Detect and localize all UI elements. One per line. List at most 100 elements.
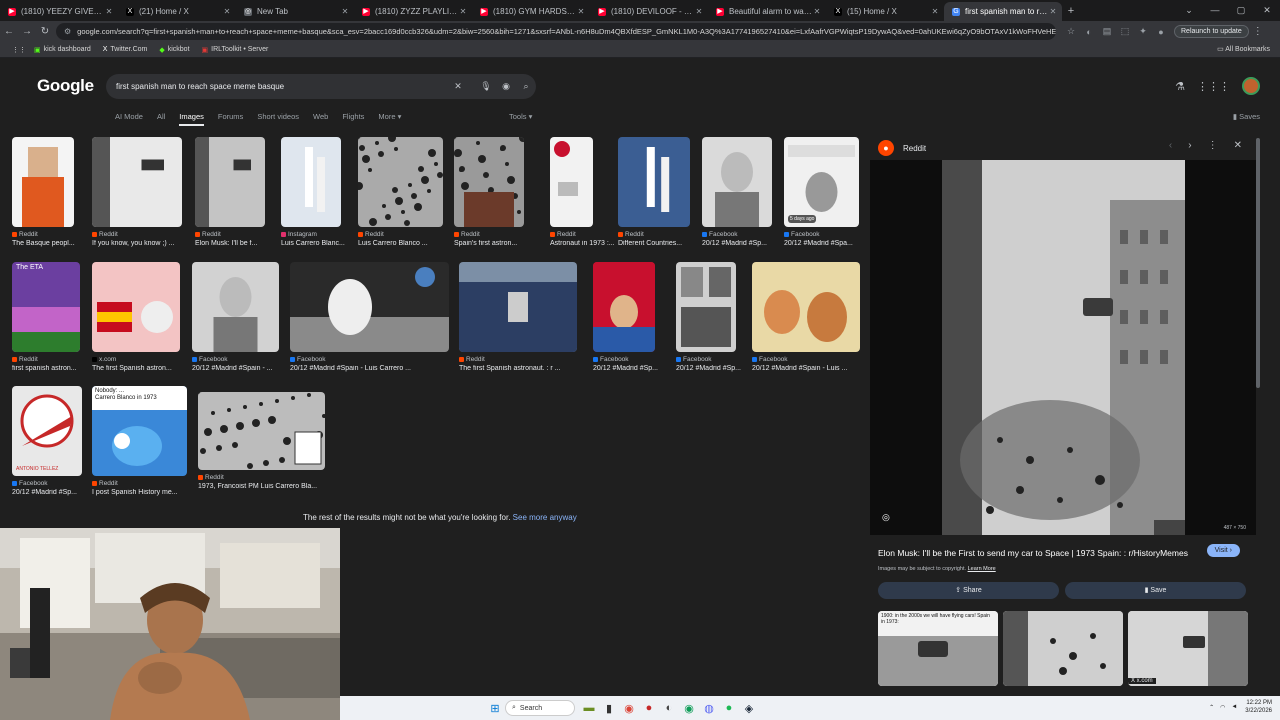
tab-flights[interactable]: Flights (342, 112, 364, 126)
bookmark-item[interactable]: ▣ IRLToolkit • Server (202, 46, 269, 54)
see-more-link[interactable]: See more anyway (513, 513, 577, 522)
image-result[interactable]: Facebook 20/12 #Madrid #Sp... (702, 137, 772, 259)
browser-tab[interactable]: ▶ (1810) DEVILOOF - 揮發物/DE✕ (590, 2, 708, 21)
lens-icon[interactable]: ◉ (496, 81, 516, 92)
close-tab-icon[interactable]: ✕ (1048, 7, 1058, 16)
image-result[interactable]: Facebook 20/12 #Madrid #Sp... (593, 262, 658, 384)
back-icon[interactable]: ← (0, 26, 18, 37)
result-caption[interactable]: Different Countries... (618, 240, 698, 247)
search-box[interactable]: first spanish man to reach space meme ba… (106, 74, 536, 99)
maximize-button[interactable]: ▢ (1228, 0, 1254, 20)
result-caption[interactable]: 20/12 #Madrid #Spa... (784, 240, 864, 247)
image-result[interactable]: Reddit The first Spanish astronaut. : r .… (459, 262, 577, 384)
tab-ai-mode[interactable]: AI Mode (115, 112, 143, 126)
apps-grid-icon[interactable]: ⋮⋮⋮ (1197, 80, 1230, 93)
tab-web[interactable]: Web (313, 112, 328, 126)
image-result[interactable]: Reddit Different Countries... (618, 137, 690, 259)
result-caption[interactable]: 20/12 #Madrid #Sp... (676, 365, 756, 372)
tab-more[interactable]: More ▾ (378, 112, 401, 126)
avatar[interactable] (1242, 77, 1260, 95)
result-thumbnail[interactable] (459, 262, 577, 352)
result-thumbnail[interactable] (12, 137, 74, 227)
image-result[interactable]: Reddit Luis Carrero Blanco ... (358, 137, 443, 259)
taskbar-search[interactable]: ⌕ Search (505, 700, 575, 716)
result-thumbnail[interactable] (752, 262, 860, 352)
tab-search-icon[interactable]: ⌄ (1176, 0, 1202, 20)
microphone-icon[interactable]: 🎙 (476, 81, 496, 92)
image-result[interactable]: ANTONIO TELLEZ Facebook 20/12 #Madrid #Sp.… (12, 386, 82, 508)
result-caption[interactable]: 20/12 #Madrid #Sp... (12, 489, 92, 496)
close-icon[interactable]: ✕ (1234, 140, 1242, 151)
result-thumbnail[interactable] (593, 262, 655, 352)
image-result[interactable]: 5 days ago Facebook 20/12 #Madrid #Spa... (784, 137, 859, 259)
learn-more-link[interactable]: Learn More (968, 566, 996, 572)
tab-images[interactable]: Images (179, 112, 204, 126)
labs-icon[interactable]: ⚗ (1175, 80, 1185, 93)
result-caption[interactable]: 20/12 #Madrid #Spain - ... (192, 365, 279, 372)
related-image[interactable] (1003, 611, 1123, 686)
image-result[interactable]: x.com The first Spanish astron... (92, 262, 180, 384)
widgets-icon[interactable]: ▬ (579, 702, 599, 714)
next-icon[interactable]: › (1188, 140, 1191, 151)
tray-arrow-icon[interactable]: ⌃ (1209, 704, 1214, 711)
minimize-button[interactable]: — (1202, 0, 1228, 20)
share-button[interactable]: ⇪ Share (878, 582, 1059, 599)
browser-tab[interactable]: ▶ (1810) ZYZZ PLAYLIST LEGEND✕ (354, 2, 472, 21)
related-image[interactable]: X x.com (1128, 611, 1248, 686)
saves-button[interactable]: ▮ Saves (1233, 112, 1260, 121)
result-caption[interactable]: 20/12 #Madrid #Sp... (702, 240, 782, 247)
close-tab-icon[interactable]: ✕ (576, 7, 586, 16)
bookmark-item[interactable]: X Twitter.Com (103, 46, 148, 54)
image-result[interactable]: Facebook 20/12 #Madrid #Spain - Luis Carr… (290, 262, 449, 384)
start-icon[interactable]: ⊞ (485, 702, 505, 715)
close-tab-icon[interactable]: ✕ (104, 7, 114, 16)
browser-tab[interactable]: X (15) Home / X ✕ (826, 2, 944, 21)
tools-button[interactable]: Tools ▾ (509, 112, 532, 121)
result-thumbnail[interactable] (192, 262, 279, 352)
result-caption[interactable]: first spanish astron... (12, 365, 92, 372)
tab-forums[interactable]: Forums (218, 112, 243, 126)
clock[interactable]: 12:22 PM 3/22/2026 (1245, 699, 1272, 715)
star-icon[interactable]: ☆ (1062, 26, 1080, 37)
scrollbar[interactable] (1256, 138, 1260, 388)
browser-tab[interactable]: X (21) Home / X ✕ (118, 2, 236, 21)
result-thumbnail[interactable] (550, 137, 593, 227)
file-explorer-icon[interactable]: ▮ (599, 702, 619, 715)
image-result[interactable]: Reddit The Basque peopl... (12, 137, 75, 259)
result-caption[interactable]: The Basque peopl... (12, 240, 92, 247)
result-caption[interactable]: 20/12 #Madrid #Sp... (593, 365, 673, 372)
result-caption[interactable]: The first Spanish astronaut. : r ... (459, 365, 577, 372)
chrome-icon[interactable]: ◉ (619, 702, 639, 715)
result-thumbnail[interactable] (195, 137, 265, 227)
image-result[interactable]: Reddit If you know, you know ;) ... (92, 137, 182, 259)
save-button[interactable]: ▮ Save (1065, 582, 1246, 599)
image-result[interactable]: Reddit 1973, Francoist PM Luis Carrero Bl… (198, 392, 325, 502)
site-info-icon[interactable]: ⚙ (64, 27, 71, 36)
puzzle-icon[interactable]: ✦ (1134, 26, 1152, 37)
extension-icon[interactable]: ▤ (1098, 26, 1116, 37)
close-tab-icon[interactable]: ✕ (222, 7, 232, 16)
spotify-icon[interactable]: ● (719, 702, 739, 714)
close-tab-icon[interactable]: ✕ (458, 7, 468, 16)
image-result[interactable]: Reddit Astronaut in 1973 :... (550, 137, 615, 259)
lens-search-icon[interactable]: ◎ (882, 512, 890, 523)
result-thumbnail[interactable] (92, 137, 182, 227)
image-result[interactable]: Nobody: ... Carrero Blanco in 1973 Reddit… (92, 386, 187, 508)
browser-tab[interactable]: ▶ Beautiful alarm to wake up to✕ (708, 2, 826, 21)
more-icon[interactable]: ⋮ (1208, 140, 1218, 151)
result-thumbnail[interactable] (702, 137, 772, 227)
extension-icon[interactable]: ◐ (1080, 27, 1098, 37)
discord-icon[interactable]: ◍ (699, 702, 719, 715)
apps-icon[interactable]: ⋮⋮ (12, 46, 26, 54)
result-thumbnail[interactable] (454, 137, 524, 227)
google-logo[interactable]: Google (37, 76, 94, 96)
volume-icon[interactable]: ◄ (1231, 704, 1237, 710)
url-field[interactable]: ⚙ google.com/search?q=first+spanish+man+… (56, 23, 1056, 40)
image-result[interactable]: Reddit Spain's first astron... (454, 137, 524, 259)
image-result[interactable]: Facebook 20/12 #Madrid #Spain - ... (192, 262, 279, 384)
result-caption[interactable]: Luis Carrero Blanco ... (358, 240, 443, 247)
result-thumbnail[interactable] (290, 262, 449, 352)
clear-icon[interactable]: ✕ (448, 81, 468, 92)
forward-icon[interactable]: → (18, 26, 36, 37)
result-caption[interactable]: 1973, Francoist PM Luis Carrero Bla... (198, 483, 325, 490)
